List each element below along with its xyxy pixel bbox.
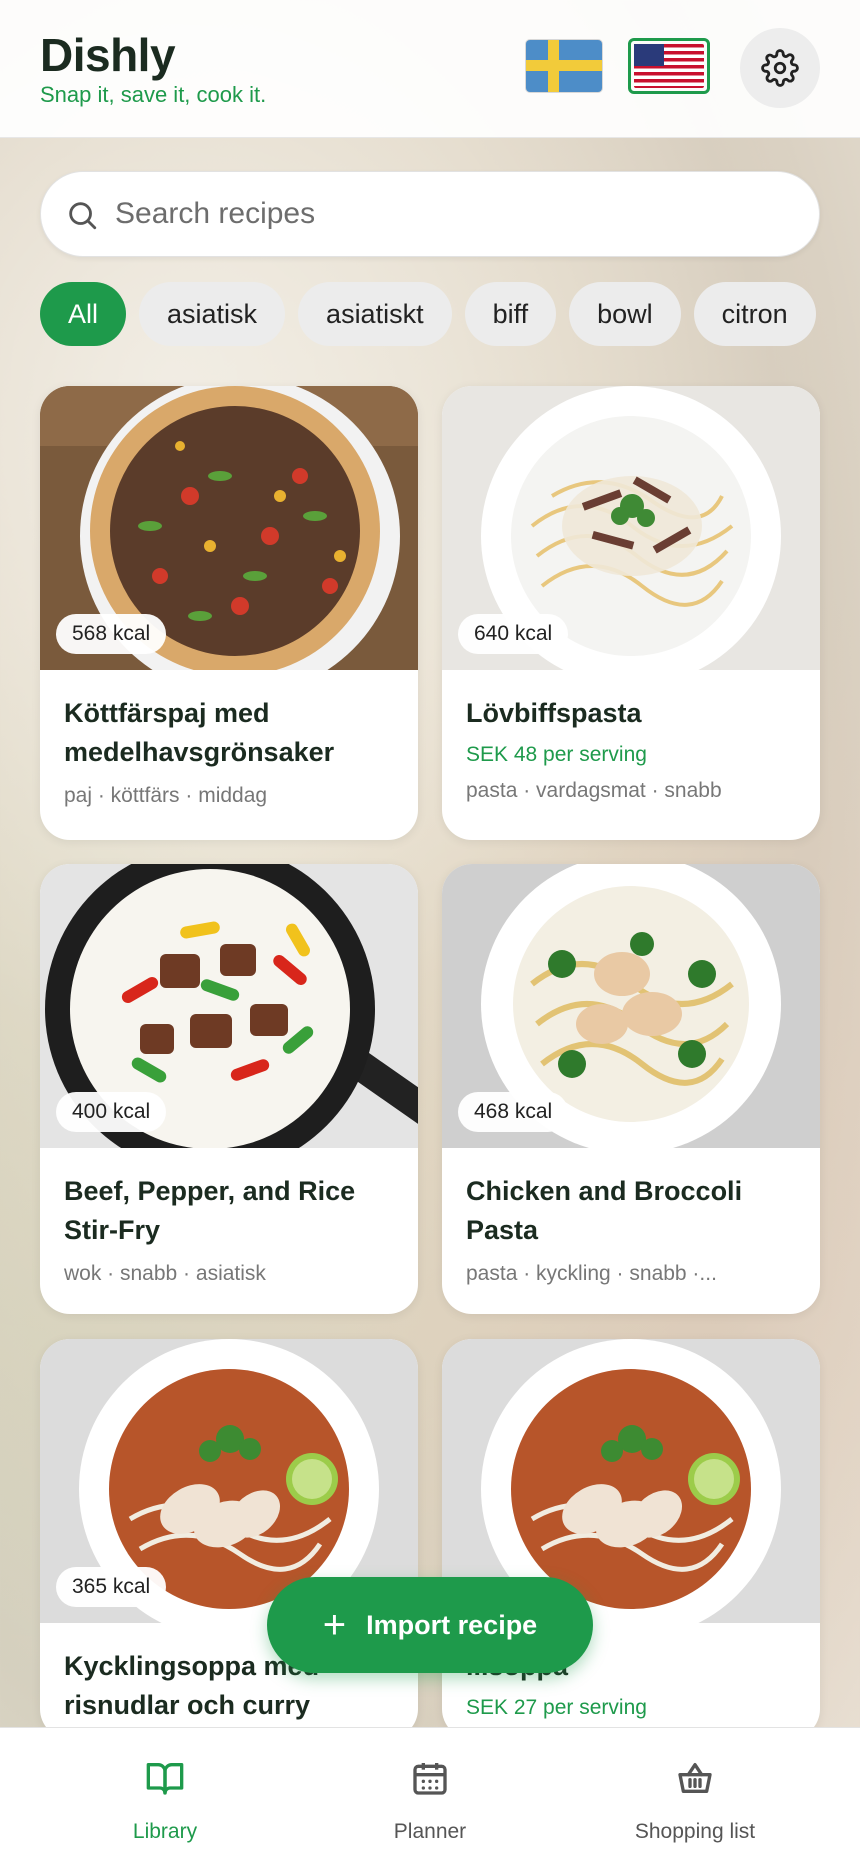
nav-shopping-list-label: Shopping list	[634, 1820, 756, 1843]
filter-chip-asiatisk[interactable]: asiatisk	[139, 282, 286, 346]
nav-planner-label: Planner	[393, 1820, 467, 1843]
recipe-title: Chicken and Broccoli Pasta	[466, 1176, 743, 1245]
calendar-icon	[413, 1763, 447, 1795]
recipe-price: SEK 27 per serving	[466, 1696, 647, 1719]
recipe-card[interactable]: 640 kcal Lövbiffspasta SEK 48 per servin…	[442, 386, 820, 840]
recipe-price: SEK 48 per serving	[466, 743, 647, 766]
recipe-card[interactable]: 468 kcal Chicken and Broccoli Pasta past…	[442, 864, 820, 1314]
recipe-card[interactable]: 365 kcal Kycklingsoppa med risnudlar och…	[40, 1339, 418, 1739]
recipe-tags: pasta · kyckling · snabb ·...	[466, 1262, 717, 1285]
kcal-badge: 640 kcal	[458, 614, 569, 654]
settings-button[interactable]	[740, 28, 820, 108]
nav-planner[interactable]: Planner	[287, 1728, 573, 1864]
recipe-card[interactable]: ...soppa SEK 27 per serving	[442, 1339, 820, 1739]
language-en-button[interactable]	[628, 38, 710, 94]
recipe-title: Köttfärspaj med medelhavsgrönsaker	[64, 698, 335, 767]
plus-icon: +	[322, 1603, 347, 1647]
recipe-image: 568 kcal	[40, 386, 418, 670]
filter-chip-bowl[interactable]: bowl	[569, 282, 681, 346]
recipe-tags: wok · snabb · asiatisk	[64, 1262, 266, 1285]
app-header: Dishly Snap it, save it, cook it.	[0, 0, 860, 138]
nav-library-label: Library	[132, 1820, 198, 1843]
recipe-image: 640 kcal	[442, 386, 820, 670]
import-recipe-label: Import recipe	[366, 1609, 538, 1640]
import-recipe-button[interactable]: + Import recipe	[267, 1577, 593, 1673]
recipe-card[interactable]: 568 kcal Köttfärspaj med medelhavsgrönsa…	[40, 386, 418, 840]
nav-library[interactable]: Library	[22, 1728, 308, 1864]
recipe-tags: pasta · vardagsmat · snabb	[466, 779, 722, 802]
nav-shopping-list[interactable]: Shopping list	[552, 1728, 838, 1864]
search-icon	[69, 202, 97, 230]
kcal-badge: 568 kcal	[56, 614, 167, 654]
recipe-title: Beef, Pepper, and Rice Stir-Fry	[64, 1176, 356, 1245]
recipe-card[interactable]: 400 kcal Beef, Pepper, and Rice Stir-Fry…	[40, 864, 418, 1314]
kcal-badge: 468 kcal	[458, 1092, 569, 1132]
gear-icon	[761, 49, 799, 87]
search-input[interactable]	[115, 172, 795, 256]
search-bar[interactable]	[40, 171, 820, 257]
filter-chip-asiatiskt[interactable]: asiatiskt	[298, 282, 452, 346]
us-flag-icon	[634, 44, 704, 88]
filter-chips: All asiatisk asiatiskt biff bowl citron	[40, 282, 860, 346]
sweden-flag-icon[interactable]	[526, 40, 602, 92]
recipe-tags: paj · köttfärs · middag	[64, 784, 268, 807]
basket-icon	[678, 1763, 712, 1793]
filter-chip-all[interactable]: All	[40, 282, 127, 346]
bottom-nav: Library Planner Shopping list	[0, 1727, 860, 1864]
recipe-image: 468 kcal	[442, 864, 820, 1148]
filter-chip-biff[interactable]: biff	[464, 282, 557, 346]
filter-chip-citron[interactable]: citron	[693, 282, 816, 346]
book-icon	[146, 1763, 184, 1795]
kcal-badge: 400 kcal	[56, 1092, 167, 1132]
recipe-image: 400 kcal	[40, 864, 418, 1148]
app-tagline: Snap it, save it, cook it.	[40, 82, 267, 107]
app-title: Dishly	[40, 29, 176, 81]
kcal-badge: 365 kcal	[56, 1567, 167, 1607]
recipe-title: Lövbiffspasta	[466, 698, 642, 728]
